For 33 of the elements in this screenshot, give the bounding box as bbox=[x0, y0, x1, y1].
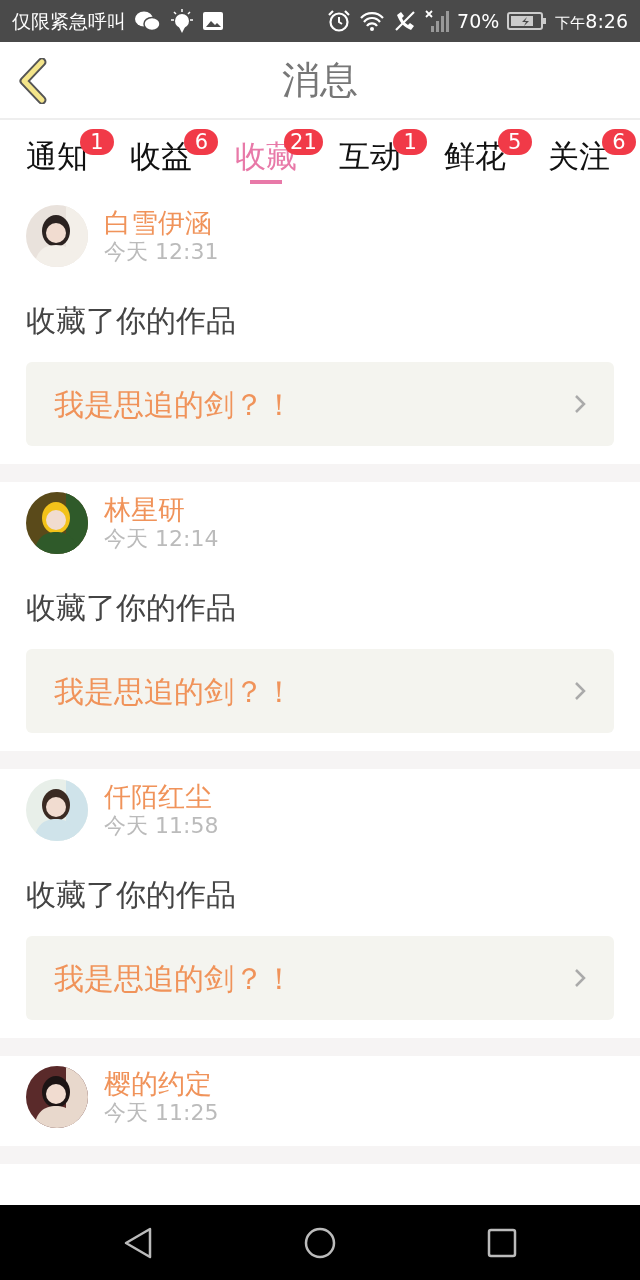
page-title: 消息 bbox=[282, 56, 358, 104]
back-nav-icon[interactable] bbox=[123, 1226, 154, 1259]
battery-icon bbox=[507, 11, 548, 31]
timestamp: 今天 11:58 bbox=[104, 813, 219, 840]
message-text: 收藏了你的作品 bbox=[26, 876, 237, 914]
tab-underline bbox=[249, 179, 282, 184]
image-icon bbox=[202, 11, 224, 31]
user-name[interactable]: 仟陌红尘 bbox=[104, 780, 219, 813]
lightbulb-icon bbox=[168, 8, 194, 34]
alarm-clock-icon bbox=[327, 9, 352, 33]
message-text: 收藏了你的作品 bbox=[26, 589, 237, 627]
chevron-right-icon bbox=[574, 394, 586, 414]
user-name[interactable]: 林星研 bbox=[104, 493, 219, 526]
call-off-icon bbox=[393, 9, 418, 33]
chat-bubbles-icon bbox=[134, 10, 160, 32]
recents-nav-icon[interactable] bbox=[486, 1227, 517, 1258]
work-link[interactable]: 我是思追的剑？！ bbox=[26, 936, 614, 1020]
battery-text: 70% bbox=[457, 8, 500, 34]
home-nav-icon[interactable] bbox=[304, 1226, 336, 1259]
work-link[interactable]: 我是思追的剑？！ bbox=[26, 362, 614, 446]
chevron-right-icon bbox=[574, 681, 586, 701]
user-name[interactable]: 樱的约定 bbox=[104, 1067, 219, 1100]
clock-text: 下午8:26 bbox=[555, 8, 628, 34]
chevron-right-icon bbox=[574, 968, 586, 988]
timestamp: 今天 11:25 bbox=[104, 1100, 219, 1127]
work-link[interactable]: 我是思追的剑？！ bbox=[26, 649, 614, 733]
timestamp: 今天 12:14 bbox=[104, 526, 219, 553]
carrier-text: 仅限紧急呼叫 bbox=[12, 8, 126, 34]
wifi-icon bbox=[359, 11, 386, 31]
timestamp: 今天 12:31 bbox=[104, 239, 219, 266]
signal-icon bbox=[425, 9, 450, 33]
message-text: 收藏了你的作品 bbox=[26, 302, 237, 340]
user-name[interactable]: 白雪伊涵 bbox=[104, 206, 219, 239]
